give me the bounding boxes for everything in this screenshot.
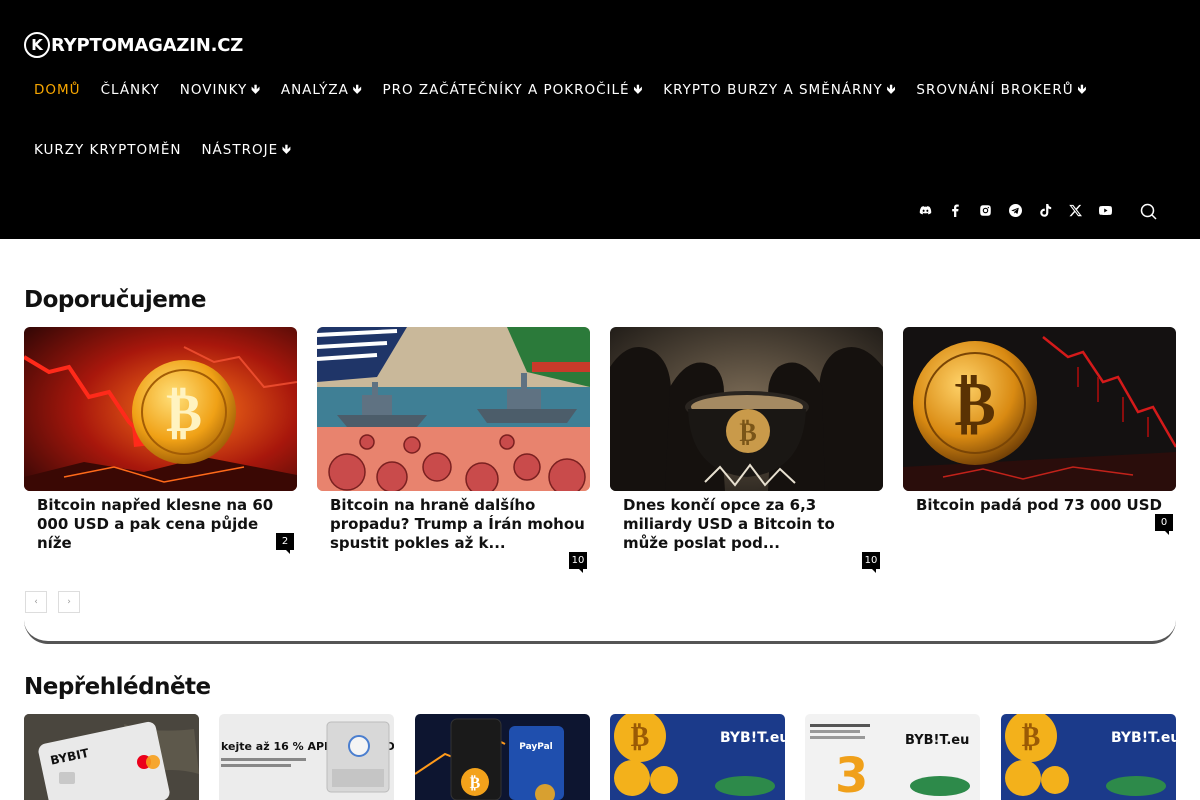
prev-page-button[interactable]: ‹ (25, 591, 47, 613)
nav-row-2: KURZY KRYPTOMĚN NÁSTROJE 🡻 (24, 130, 302, 170)
search-icon[interactable] (1139, 202, 1159, 222)
nav-item-label: KRYPTO BURZY A SMĚNÁRNY (663, 82, 883, 98)
nav-item-label: SROVNÁNÍ BROKERŮ (916, 82, 1074, 98)
section-title-dont-miss: Nepřehlédněte (24, 674, 211, 700)
section-divider (24, 620, 1176, 644)
article-thumbnail[interactable]: kejte až 16 % APR vaše USDC (219, 714, 394, 800)
article-thumbnail[interactable]: ₿ BYB!T.eu (610, 714, 785, 800)
comment-count-badge[interactable]: 10 (862, 552, 880, 573)
instagram-icon[interactable] (970, 200, 1000, 220)
svg-text:₿: ₿ (1022, 720, 1041, 753)
nav-item-clanky[interactable]: ČLÁNKY (91, 82, 170, 98)
nav-item-label: KURZY KRYPTOMĚN (34, 142, 182, 158)
thumb-label: BYB!T.eu (1111, 730, 1176, 746)
svg-text:₿: ₿ (739, 418, 756, 448)
comment-count-badge[interactable]: 10 (569, 552, 587, 573)
comment-count-badge[interactable]: 2 (276, 533, 294, 554)
nav-item-label: NÁSTROJE (201, 142, 279, 158)
article-card[interactable]: Bitcoin na hraně dalšího propadu? Trump … (317, 327, 590, 573)
article-title[interactable]: Bitcoin napřed klesne na 60 000 USD a pa… (37, 496, 293, 553)
article-thumbnail[interactable] (317, 327, 590, 491)
article-card[interactable]: ₿ Dnes končí opce za 6,3 miliardy USD a … (610, 327, 883, 573)
nav-item-label: ANALÝZA (280, 82, 349, 98)
discord-icon[interactable] (910, 200, 940, 220)
thumb-label: BYB!T.eu (905, 733, 969, 748)
thumb-label: PayPal (519, 742, 553, 752)
logo-text: RYPTOMAGAZIN.CZ (51, 34, 244, 56)
article-card[interactable]: ₿ Bitcoin padá pod 73 000 USD 0 (903, 327, 1176, 535)
svg-text:₿: ₿ (166, 381, 202, 444)
nav-item-nastroje[interactable]: NÁSTROJE 🡻 (191, 140, 301, 161)
article-thumbnail[interactable]: 3 BYB!T.eu (805, 714, 980, 800)
svg-text:₿: ₿ (631, 720, 650, 753)
tiktok-icon[interactable] (1030, 200, 1060, 220)
facebook-icon[interactable] (940, 200, 970, 220)
chevron-down-icon[interactable]: 🡻 (251, 80, 261, 101)
svg-text:₿: ₿ (954, 367, 995, 440)
section-title-recommended: Doporučujeme (24, 287, 206, 313)
thumb-label: BYB!T.eu (720, 730, 785, 746)
social-links (910, 200, 1120, 220)
chevron-down-icon[interactable]: 🡻 (353, 80, 363, 101)
article-thumbnail[interactable]: ₿ BYB!T.eu (1001, 714, 1176, 800)
article-thumbnail[interactable]: ₿ (24, 327, 297, 491)
nav-item-novinky[interactable]: NOVINKY 🡻 (170, 80, 271, 101)
chevron-down-icon[interactable]: 🡻 (887, 80, 897, 101)
nav-item-srovnani-brokeru[interactable]: SROVNÁNÍ BROKERŮ 🡻 (906, 80, 1097, 101)
article-title[interactable]: Dnes končí opce za 6,3 miliardy USD a Bi… (623, 496, 879, 553)
nav-item-analyza[interactable]: ANALÝZA 🡻 (271, 80, 373, 101)
article-card[interactable]: ₿ Bitcoin napřed klesne na 60 000 USD a … (24, 327, 297, 554)
nav-item-label: DOMŮ (34, 82, 81, 98)
comment-count-badge[interactable]: 0 (1155, 514, 1173, 535)
youtube-icon[interactable] (1090, 200, 1120, 220)
nav-item-label: ČLÁNKY (100, 82, 160, 98)
nav-item-pro-zacatecniky-a-pokrocile[interactable]: PRO ZAČÁTEČNÍKY A POKROČILÉ 🡻 (372, 80, 653, 101)
article-thumbnail[interactable]: BYBIT (24, 714, 199, 800)
article-title[interactable]: Bitcoin na hraně dalšího propadu? Trump … (330, 496, 586, 553)
nav-row-1: DOMŮ ČLÁNKY NOVINKY 🡻 ANALÝZA 🡻 PRO ZAČÁTEČNÍK… (24, 70, 1097, 110)
logo-mark: K (24, 32, 50, 58)
nav-item-krypto-burzy-a-smenarny[interactable]: KRYPTO BURZY A SMĚNÁRNY 🡻 (653, 80, 906, 101)
chevron-down-icon[interactable]: 🡻 (634, 80, 644, 101)
chevron-down-icon[interactable]: 🡻 (1078, 80, 1088, 101)
next-page-button[interactable]: › (58, 591, 80, 613)
svg-text:3: 3 (835, 748, 868, 800)
article-thumbnail[interactable]: ₿ PayPal (415, 714, 590, 800)
x-icon[interactable] (1060, 200, 1090, 220)
nav-item-label: PRO ZAČÁTEČNÍKY A POKROČILÉ (382, 82, 630, 98)
site-header: K RYPTOMAGAZIN.CZ DOMŮ ČLÁNKY NOVINKY 🡻 ANAL… (0, 0, 1200, 239)
nav-item-domu[interactable]: DOMŮ (24, 82, 91, 98)
svg-text:₿: ₿ (470, 773, 481, 792)
article-title[interactable]: Bitcoin padá pod 73 000 USD (916, 496, 1172, 515)
article-thumbnail[interactable]: ₿ (610, 327, 883, 491)
article-thumbnail[interactable]: ₿ (903, 327, 1176, 491)
site-logo[interactable]: K RYPTOMAGAZIN.CZ (24, 29, 243, 61)
chevron-down-icon[interactable]: 🡻 (282, 140, 292, 161)
nav-item-kurzy-kryptomen[interactable]: KURZY KRYPTOMĚN (24, 142, 191, 158)
nav-item-label: NOVINKY (179, 82, 248, 98)
telegram-icon[interactable] (1000, 200, 1030, 220)
